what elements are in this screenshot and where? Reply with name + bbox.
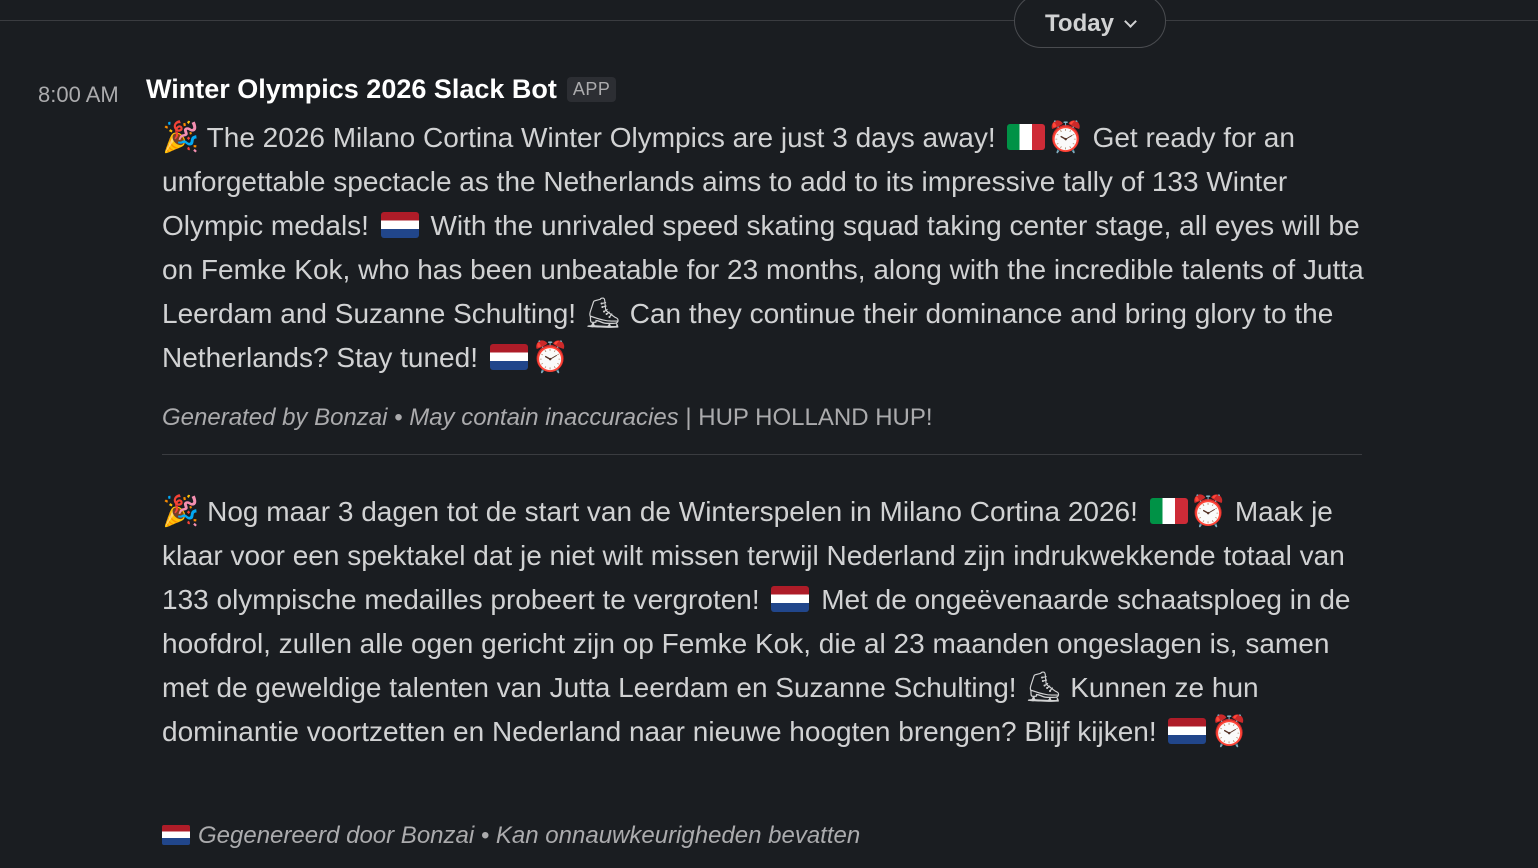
message-footer-english: Generated by Bonzai • May contain inaccu… (162, 404, 933, 432)
date-label: Today (1045, 10, 1114, 37)
italy-flag-icon (1007, 124, 1046, 150)
alarm-clock-icon: ⏰ (1047, 120, 1085, 155)
alarm-clock-icon: ⏰ (531, 340, 570, 375)
footer-cheer: | HUP HOLLAND HUP! (678, 404, 933, 431)
footer-disclaimer-nl: Gegenereerd door Bonzai • Kan onnauwkeur… (198, 822, 861, 849)
party-popper-icon: 🎉 (162, 494, 200, 529)
message-text-nl-1: Nog maar 3 dagen tot de start van de Win… (207, 496, 1138, 527)
app-badge: APP (566, 77, 617, 102)
netherlands-flag-icon (771, 586, 810, 612)
date-jump-button[interactable]: Today (1014, 0, 1166, 48)
footer-disclaimer: Generated by Bonzai • May contain inaccu… (162, 404, 679, 431)
netherlands-flag-icon (162, 825, 190, 845)
alarm-clock-icon: ⏰ (1189, 494, 1228, 529)
message-body-dutch: 🎉 Nog maar 3 dagen tot de start van de W… (162, 490, 1372, 754)
chevron-down-icon (1124, 14, 1137, 28)
party-popper-icon: 🎉 (162, 120, 200, 155)
date-divider-line (0, 20, 1538, 21)
message-text-en-1: The 2026 Milano Cortina Winter Olympics … (206, 122, 996, 153)
sender-name[interactable]: Winter Olympics 2026 Slack Bot (146, 74, 557, 105)
netherlands-flag-icon (1168, 718, 1207, 744)
netherlands-flag-icon (489, 344, 528, 370)
italy-flag-icon (1149, 498, 1188, 524)
ice-skate-icon: ⛸ (1024, 670, 1063, 705)
ice-skate-icon: ⛸ (583, 296, 622, 331)
message-header: Winter Olympics 2026 Slack Bot APP (146, 74, 617, 105)
netherlands-flag-icon (380, 212, 419, 238)
section-divider (162, 454, 1362, 455)
message-body-english: 🎉 The 2026 Milano Cortina Winter Olympic… (162, 116, 1372, 380)
alarm-clock-icon: ⏰ (1210, 714, 1248, 749)
message-timestamp[interactable]: 8:00 AM (38, 82, 119, 108)
message-footer-dutch: Gegenereerd door Bonzai • Kan onnauwkeur… (162, 822, 860, 850)
